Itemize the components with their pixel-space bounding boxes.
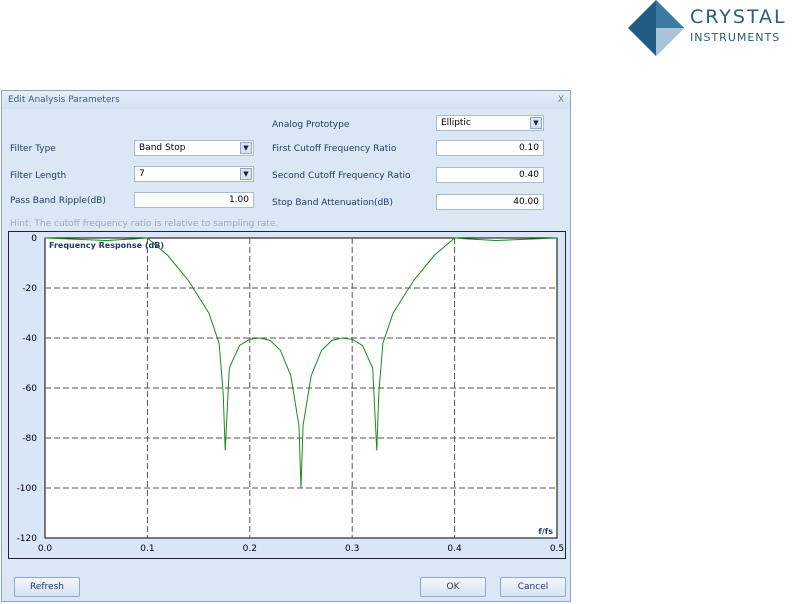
chevron-down-icon[interactable]: ▼: [530, 117, 542, 129]
first-cutoff-input[interactable]: 0.10: [436, 140, 544, 156]
y-tick-label: -80: [22, 434, 37, 444]
second-cutoff-label: Second Cutoff Frequency Ratio: [272, 171, 411, 181]
attenuation-input[interactable]: 40.00: [436, 194, 544, 210]
diamond-logo-icon: [628, 0, 684, 56]
y-tick-label: -100: [17, 484, 38, 494]
y-tick-label: -40: [22, 334, 37, 344]
first-cutoff-label: First Cutoff Frequency Ratio: [272, 144, 397, 154]
x-tick-label: 0.3: [345, 544, 359, 554]
y-tick-label: -60: [22, 384, 37, 394]
y-tick-label: -120: [17, 534, 38, 544]
logo-line1: CRYSTAL: [690, 6, 787, 28]
x-tick-label: 0.1: [140, 544, 154, 554]
x-tick-label: 0.5: [550, 544, 564, 554]
x-tick-label: 0.0: [38, 544, 53, 554]
close-icon[interactable]: X: [558, 91, 564, 109]
chevron-down-icon[interactable]: ▼: [240, 142, 252, 154]
y-tick-label: 0: [31, 234, 37, 244]
x-tick-label: 0.2: [243, 544, 257, 554]
dialog-titlebar: Edit Analysis Parameters X: [2, 91, 570, 109]
x-tick-label: 0.4: [447, 544, 462, 554]
prototype-label: Analog Prototype: [272, 120, 350, 130]
chart-title: Frequency Response (dB): [49, 241, 164, 250]
filter-type-select[interactable]: Band Stop ▼: [134, 140, 254, 156]
cancel-button[interactable]: Cancel: [500, 577, 566, 597]
attenuation-label: Stop Band Attenuation(dB): [272, 198, 393, 208]
chart-svg: 0.0 0.1 0.2 0.3 0.4 0.5 0 -20 -40 -60 -80 -100 -120 F…: [17, 234, 565, 554]
chevron-down-icon[interactable]: ▼: [240, 168, 252, 180]
ripple-input[interactable]: 1.00: [134, 192, 254, 208]
second-cutoff-input[interactable]: 0.40: [436, 167, 544, 183]
prototype-select[interactable]: Elliptic ▼: [436, 115, 544, 131]
x-axis-label: f/fs: [538, 527, 553, 536]
edit-analysis-dialog: Edit Analysis Parameters X Analog Prototy…: [1, 90, 571, 602]
filter-type-label: Filter Type: [10, 144, 56, 154]
ripple-label: Pass Band Ripple(dB): [10, 196, 106, 206]
y-tick-label: -20: [22, 284, 37, 294]
ok-button[interactable]: OK: [420, 577, 486, 597]
filter-length-value: 7: [139, 169, 145, 179]
filter-type-value: Band Stop: [139, 143, 186, 153]
frequency-response-chart: 0.0 0.1 0.2 0.3 0.4 0.5 0 -20 -40 -60 -80 -100 -120 F…: [8, 231, 566, 559]
crystal-instruments-logo: CRYSTAL INSTRUMENTS: [626, 0, 802, 56]
filter-length-label: Filter Length: [10, 171, 67, 181]
hint-text: Hint: The cutoff frequency ratio is rela…: [10, 219, 279, 229]
prototype-value: Elliptic: [441, 118, 471, 128]
logo-line2: INSTRUMENTS: [690, 31, 781, 44]
filter-length-select[interactable]: 7 ▼: [134, 166, 254, 182]
refresh-button[interactable]: Refresh: [14, 577, 80, 597]
dialog-title: Edit Analysis Parameters: [8, 95, 120, 105]
